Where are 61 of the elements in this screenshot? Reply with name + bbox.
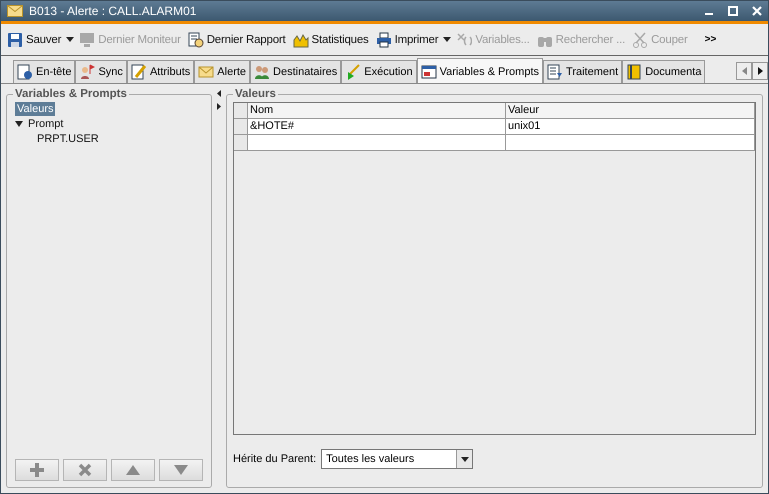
panel-title: Variables & Prompts bbox=[14, 88, 128, 100]
caret-icon[interactable] bbox=[66, 37, 74, 42]
tab[interactable]: Documenta bbox=[622, 60, 706, 83]
maximize-icon[interactable] bbox=[728, 6, 738, 16]
people-icon bbox=[254, 64, 270, 80]
dropdown-button[interactable] bbox=[456, 450, 472, 468]
up-triangle-icon bbox=[126, 465, 140, 475]
tab[interactable]: Traitement bbox=[543, 60, 622, 83]
tab[interactable]: Attributs bbox=[126, 60, 194, 83]
list-arrow-icon bbox=[547, 64, 564, 80]
tab[interactable]: En-tête bbox=[13, 60, 76, 83]
report-clock-icon bbox=[188, 32, 204, 48]
tab[interactable]: Variables & Prompts bbox=[416, 58, 544, 83]
panel-title: Valeurs bbox=[234, 88, 277, 100]
inherit-label: Hérite du Parent: bbox=[233, 453, 316, 465]
window-title: B013 - Alerte : CALL.ALARM01 bbox=[29, 4, 198, 18]
caret-icon[interactable] bbox=[443, 37, 452, 42]
column-header[interactable]: Valeur bbox=[506, 103, 755, 119]
more-button[interactable]: >> bbox=[698, 33, 722, 46]
envelope-icon bbox=[198, 64, 214, 80]
table-cell[interactable]: unix01 bbox=[506, 119, 755, 135]
caret-icon bbox=[460, 456, 469, 462]
cross-icon bbox=[78, 463, 92, 477]
toolbar-button[interactable]: Statistiques bbox=[290, 30, 371, 50]
window-icon bbox=[420, 64, 437, 80]
tree-item[interactable]: PRPT.USER bbox=[35, 132, 101, 146]
variables-icon bbox=[456, 32, 472, 48]
table-cell[interactable] bbox=[248, 135, 506, 151]
tab[interactable]: Alerte bbox=[194, 60, 250, 83]
expand-right-icon[interactable] bbox=[217, 103, 221, 110]
table-cell[interactable] bbox=[506, 135, 755, 151]
scroll-right-button[interactable] bbox=[752, 62, 768, 80]
person-flag-icon bbox=[79, 64, 96, 80]
floppy-icon bbox=[7, 32, 23, 48]
tab[interactable]: Exécution bbox=[341, 60, 417, 83]
book-icon bbox=[626, 64, 642, 80]
plus-icon bbox=[30, 463, 44, 477]
pencil-icon bbox=[130, 64, 147, 80]
left-triangle-icon bbox=[742, 67, 746, 75]
toolbar-button[interactable]: Dernier Rapport bbox=[186, 30, 288, 50]
tab[interactable]: Sync bbox=[75, 60, 127, 83]
inherit-dropdown[interactable]: Toutes les valeurs bbox=[321, 449, 474, 469]
toolbar-button[interactable]: Imprimer bbox=[374, 30, 440, 50]
chart-icon bbox=[292, 32, 309, 48]
printer-icon bbox=[376, 32, 392, 48]
toolbar-button[interactable]: Sauver bbox=[5, 30, 64, 50]
table-cell[interactable]: &HOTE# bbox=[248, 119, 506, 135]
collapse-left-icon[interactable] bbox=[217, 90, 221, 97]
down-triangle-icon bbox=[174, 465, 188, 475]
tree-item[interactable]: Valeurs bbox=[15, 102, 56, 116]
expanded-icon[interactable] bbox=[15, 121, 23, 127]
document-info-icon bbox=[17, 64, 33, 80]
tab[interactable]: Destinataires bbox=[250, 60, 342, 83]
close-icon[interactable] bbox=[752, 6, 762, 16]
tree-item[interactable]: Prompt bbox=[26, 117, 66, 131]
envelope-icon bbox=[7, 5, 23, 17]
run-arrow-icon bbox=[345, 64, 362, 80]
scissors-icon bbox=[632, 32, 648, 48]
column-header[interactable]: Nom bbox=[248, 103, 506, 119]
monitor-icon bbox=[79, 32, 96, 48]
right-triangle-icon bbox=[758, 67, 762, 75]
